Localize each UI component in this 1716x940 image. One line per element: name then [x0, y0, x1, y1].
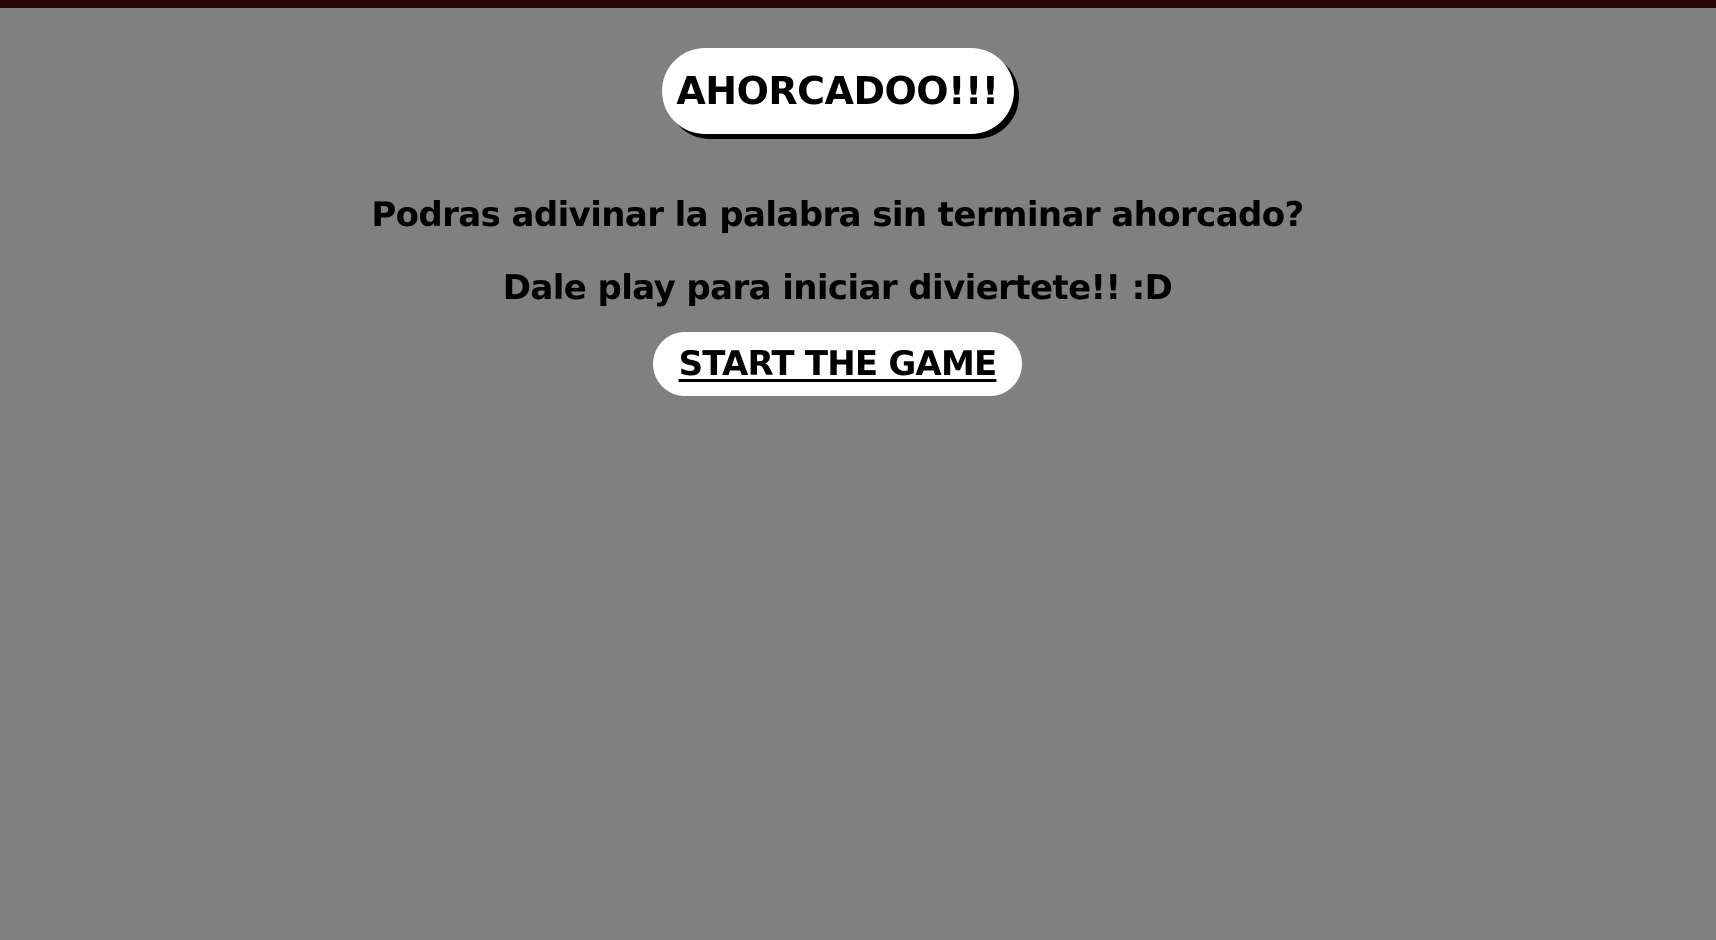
intro-instruction: Dale play para iniciar diviertete!! :D: [502, 268, 1173, 308]
start-button-container: START THE GAME: [0, 332, 1675, 396]
intro-question: Podras adivinar la palabra sin terminar …: [371, 195, 1304, 235]
game-title: AHORCADOO!!!: [661, 48, 1014, 134]
title-container: AHORCADOO!!!: [0, 48, 1675, 134]
start-game-button[interactable]: START THE GAME: [653, 332, 1022, 396]
top-bar: [0, 0, 1716, 8]
